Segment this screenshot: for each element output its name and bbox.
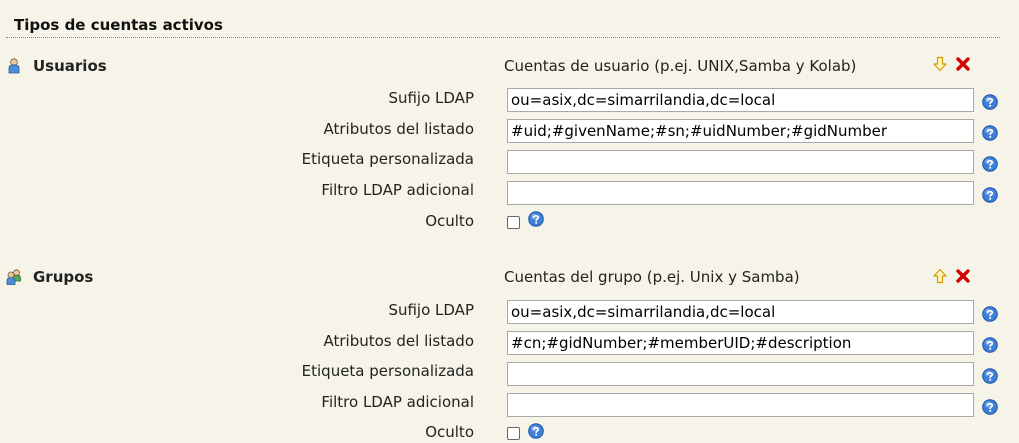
field-label-attributes: Atributos del listado bbox=[323, 332, 475, 350]
field-label-hidden: Oculto bbox=[425, 423, 474, 441]
type-description-usuarios: Cuentas de usuario (p.ej. UNIX,Samba y K… bbox=[504, 57, 857, 75]
help-icon[interactable] bbox=[982, 156, 998, 172]
section-title: Tipos de cuentas activos bbox=[14, 16, 223, 34]
group-icon bbox=[5, 269, 23, 285]
user-icon bbox=[7, 58, 21, 74]
help-icon[interactable] bbox=[982, 337, 998, 353]
field-label-suffix: Sufijo LDAP bbox=[388, 89, 474, 107]
help-icon[interactable] bbox=[528, 423, 544, 439]
field-label-custom-label: Etiqueta personalizada bbox=[301, 150, 474, 168]
field-label-filter: Filtro LDAP adicional bbox=[321, 393, 474, 411]
custom-label-input-usuarios[interactable] bbox=[507, 150, 974, 174]
field-label-suffix: Sufijo LDAP bbox=[388, 301, 474, 319]
custom-label-input-grupos[interactable] bbox=[507, 362, 974, 386]
field-label-custom-label: Etiqueta personalizada bbox=[301, 362, 474, 380]
field-label-hidden: Oculto bbox=[425, 212, 474, 230]
filter-input-usuarios[interactable] bbox=[507, 181, 974, 205]
field-label-attributes: Atributos del listado bbox=[323, 120, 475, 138]
section-divider bbox=[6, 37, 1000, 38]
type-name-usuarios: Usuarios bbox=[33, 57, 107, 75]
help-icon[interactable] bbox=[982, 125, 998, 141]
attributes-input-grupos[interactable] bbox=[507, 331, 974, 355]
attributes-input-usuarios[interactable] bbox=[507, 119, 974, 143]
help-icon[interactable] bbox=[982, 368, 998, 384]
help-icon[interactable] bbox=[982, 187, 998, 203]
remove-type-usuarios-button[interactable] bbox=[954, 55, 972, 73]
hidden-checkbox-usuarios[interactable] bbox=[507, 216, 520, 229]
type-name-grupos: Grupos bbox=[33, 268, 94, 286]
help-icon[interactable] bbox=[982, 94, 998, 110]
suffix-input-grupos[interactable] bbox=[507, 300, 974, 324]
help-icon[interactable] bbox=[982, 399, 998, 415]
suffix-input-usuarios[interactable] bbox=[507, 88, 974, 112]
arrow-down-icon[interactable] bbox=[932, 56, 948, 72]
field-label-filter: Filtro LDAP adicional bbox=[321, 181, 474, 199]
arrow-up-icon[interactable] bbox=[932, 268, 948, 284]
help-icon[interactable] bbox=[982, 306, 998, 322]
hidden-checkbox-grupos[interactable] bbox=[507, 427, 520, 440]
help-icon[interactable] bbox=[528, 211, 544, 227]
type-description-grupos: Cuentas del grupo (p.ej. Unix y Samba) bbox=[504, 268, 800, 286]
remove-type-grupos-button[interactable] bbox=[954, 267, 972, 285]
filter-input-grupos[interactable] bbox=[507, 393, 974, 417]
